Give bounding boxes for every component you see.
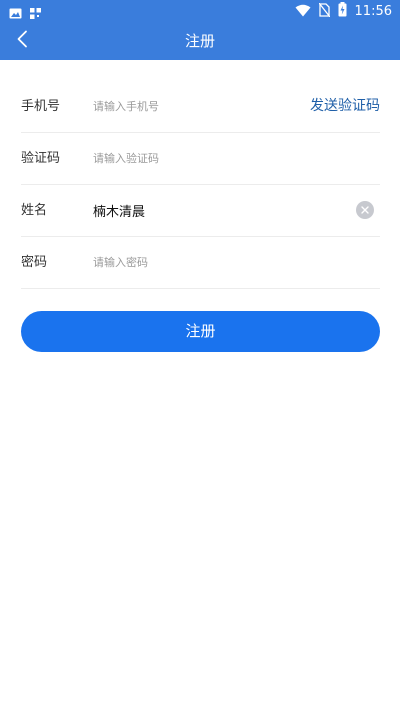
app-header: 注册 <box>0 22 400 60</box>
code-row: 验证码 <box>21 133 380 185</box>
status-time: 11:56 <box>354 3 392 19</box>
code-label: 验证码 <box>21 151 61 166</box>
battery-charging-icon <box>338 2 347 21</box>
password-label: 密码 <box>21 255 48 270</box>
phone-label: 手机号 <box>21 99 61 114</box>
status-bar: 11:56 <box>0 0 400 22</box>
verification-code-input[interactable] <box>93 147 293 170</box>
password-input[interactable] <box>93 251 293 274</box>
close-icon <box>361 206 369 214</box>
qr-icon <box>30 4 41 23</box>
password-row: 密码 <box>21 237 380 289</box>
name-label: 姓名 <box>21 203 48 218</box>
wifi-icon <box>295 2 311 21</box>
register-form: 手机号 发送验证码 验证码 姓名 密码 <box>21 81 380 289</box>
no-sim-icon <box>318 2 331 21</box>
phone-row: 手机号 发送验证码 <box>21 81 380 133</box>
image-icon <box>9 4 22 23</box>
name-row: 姓名 <box>21 185 380 237</box>
page-title: 注册 <box>184 32 215 50</box>
clear-input-button[interactable] <box>356 201 374 219</box>
name-input[interactable] <box>93 199 293 222</box>
phone-input[interactable] <box>93 95 293 118</box>
register-button[interactable]: 注册 <box>21 311 380 352</box>
send-code-button[interactable]: 发送验证码 <box>310 81 380 132</box>
